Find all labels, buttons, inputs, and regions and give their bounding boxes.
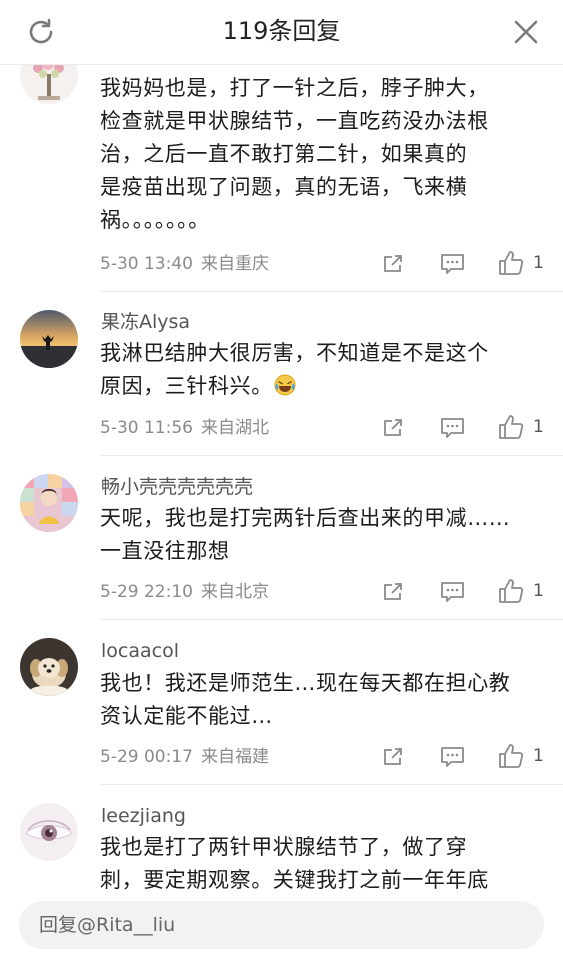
comment-icon[interactable] — [440, 416, 465, 440]
comment-text-line: 资认定能不能过… — [100, 704, 273, 728]
comment-icon[interactable] — [440, 252, 465, 276]
sheet-header: 119条回复 — [0, 0, 563, 65]
close-icon[interactable] — [513, 19, 539, 45]
divider — [100, 784, 563, 785]
comment-text-line: 天呢，我也是打完两针后查出来的甲减…… — [100, 506, 511, 530]
divider — [100, 291, 563, 292]
like-count: 1 — [533, 746, 544, 766]
comment-username[interactable]: 果冻Alysa — [101, 309, 190, 335]
like-icon[interactable] — [498, 578, 524, 604]
comment-text-line: 我妈妈也是，打了一针之后，脖子肿大， — [100, 76, 489, 100]
divider — [100, 619, 563, 620]
comment-username[interactable]: 畅小壳壳壳壳壳壳 — [101, 474, 253, 500]
comment-text-line: 祸。。。。。。。 — [100, 208, 210, 232]
avatar[interactable] — [20, 803, 78, 861]
laughing-tears-emoji-icon — [274, 374, 296, 396]
like-count: 1 — [533, 417, 544, 437]
reply-input[interactable] — [19, 901, 544, 949]
reply-bar — [0, 890, 563, 960]
comment-list[interactable]: 我妈妈也是，打了一针之后，脖子肿大， 检查就是甲状腺结节，一直吃药没办法根 治，… — [0, 0, 563, 960]
like-icon[interactable] — [498, 250, 524, 276]
share-icon[interactable] — [381, 252, 405, 276]
divider — [100, 455, 563, 456]
comment-actions: 1 — [0, 578, 563, 608]
comment-text: 我淋巴结肿大很厉害，不知道是不是这个 原因，三针科兴。 — [100, 337, 540, 403]
avatar[interactable] — [20, 310, 78, 368]
share-icon[interactable] — [381, 580, 405, 604]
comment-icon[interactable] — [440, 745, 465, 769]
comment-username[interactable]: leezjiang — [101, 803, 186, 829]
comment-text-line: 我也！我还是师范生…现在每天都在担心教 — [100, 671, 511, 695]
comment-actions: 1 — [0, 250, 563, 280]
like-count: 1 — [533, 581, 544, 601]
comment-username[interactable]: locaacol — [101, 638, 179, 664]
comment-icon[interactable] — [440, 580, 465, 604]
comment-text-line: 是疫苗出现了问题，真的无语，飞来横 — [100, 175, 468, 199]
page-title: 119条回复 — [222, 17, 341, 45]
comment-text: 我妈妈也是，打了一针之后，脖子肿大， 检查就是甲状腺结节，一直吃药没办法根 治，… — [100, 72, 540, 237]
avatar[interactable] — [20, 638, 78, 696]
comment-text-line: 原因，三针科兴。 — [100, 374, 273, 398]
comment-text-line: 我淋巴结肿大很厉害，不知道是不是这个 — [100, 341, 489, 365]
comment-text: 天呢，我也是打完两针后查出来的甲减…… 一直没往那想 — [100, 502, 540, 568]
comment-text-line: 一直没往那想 — [100, 539, 230, 563]
comment-text-line: 治，之后一直不敢打第二针，如果真的 — [100, 142, 468, 166]
comment-text-line: 检查就是甲状腺结节，一直吃药没办法根 — [100, 109, 489, 133]
comment-text-line: 我也是打了两针甲状腺结节了，做了穿 — [100, 835, 468, 859]
comment-text: 我也是打了两针甲状腺结节了，做了穿 刺，要定期观察。关键我打之前一年年底 — [100, 831, 540, 897]
share-icon[interactable] — [381, 416, 405, 440]
comment-actions: 1 — [0, 743, 563, 773]
comment-actions: 1 — [0, 414, 563, 444]
avatar[interactable] — [20, 474, 78, 532]
like-icon[interactable] — [498, 414, 524, 440]
like-count: 1 — [533, 253, 544, 273]
reply-sheet: 我妈妈也是，打了一针之后，脖子肿大， 检查就是甲状腺结节，一直吃药没办法根 治，… — [0, 0, 563, 960]
share-icon[interactable] — [381, 745, 405, 769]
comment-text: 我也！我还是师范生…现在每天都在担心教 资认定能不能过… — [100, 667, 540, 733]
like-icon[interactable] — [498, 743, 524, 769]
